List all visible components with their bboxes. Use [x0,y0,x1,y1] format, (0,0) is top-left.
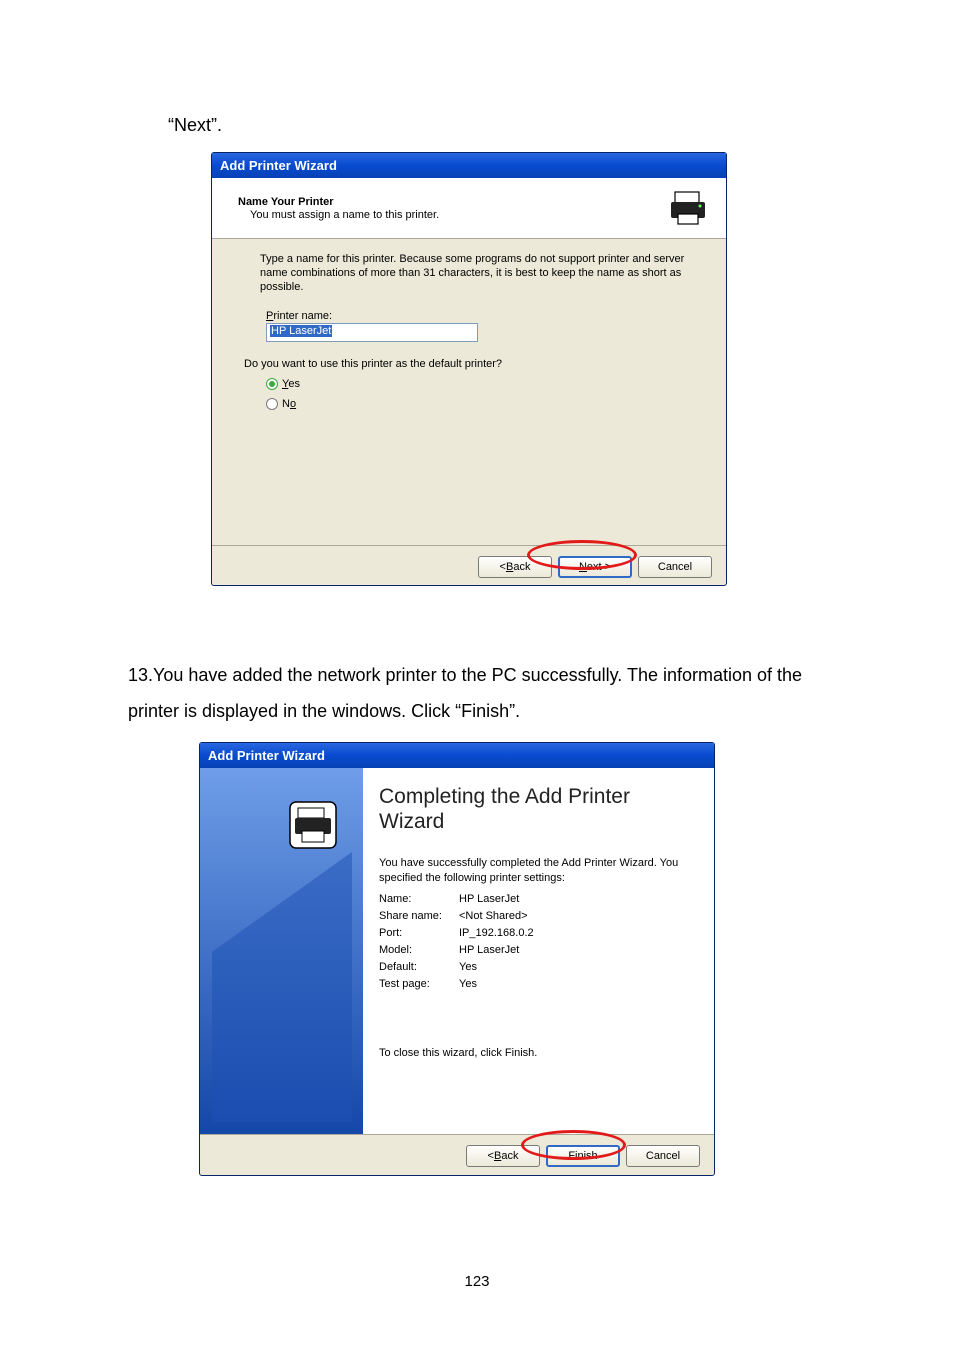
add-printer-wizard-complete-step: Add Printer Wizard Completing the Add Pr… [199,742,715,1176]
row-share: Share name:<Not Shared> [379,908,696,925]
radio-yes-indicator [266,378,278,390]
back-button[interactable]: < Back [478,556,552,578]
cancel-button[interactable]: Cancel [626,1145,700,1167]
step-13-text: 13.You have added the network printer to… [128,657,828,729]
dialog1-subheading: You must assign a name to this printer. [250,209,439,221]
back-button[interactable]: < Back [466,1145,540,1167]
printer-settings-summary: Name:HP LaserJet Share name:<Not Shared>… [379,891,696,993]
page-number: 123 [0,1273,954,1290]
radio-yes-label: Yes [282,378,300,390]
next-button[interactable]: Next > [558,556,632,578]
row-default: Default:Yes [379,959,696,976]
radio-no[interactable]: No [266,398,698,410]
default-printer-question: Do you want to use this printer as the d… [244,358,698,370]
row-name: Name:HP LaserJet [379,891,696,908]
dialog2-heading: Completing the Add Printer Wizard [379,784,696,834]
printer-name-value: HP LaserJet [270,325,332,337]
dialog2-body: Completing the Add Printer Wizard You ha… [200,768,714,1134]
dialog1-header-text: Name Your Printer You must assign a name… [238,196,439,221]
radio-no-label: No [282,398,296,410]
radio-no-indicator [266,398,278,410]
row-port: Port:IP_192.168.0.2 [379,925,696,942]
cancel-button[interactable]: Cancel [638,556,712,578]
dialog1-instructions: Type a name for this printer. Because so… [260,253,698,294]
dialog2-main: Completing the Add Printer Wizard You ha… [363,768,714,1134]
dialog2-close-text: To close this wizard, click Finish. [379,1047,696,1059]
dialog1-body: Type a name for this printer. Because so… [212,239,726,545]
add-printer-wizard-name-step: Add Printer Wizard Name Your Printer You… [211,152,727,586]
intro-next-text: “Next”. [168,115,222,136]
row-model: Model:HP LaserJet [379,942,696,959]
finish-button[interactable]: Finish [546,1145,620,1167]
dialog1-heading: Name Your Printer [238,196,439,208]
dialog1-buttons: < Back Next > Cancel [212,545,726,588]
wizard-side-graphic [200,768,363,1134]
row-testpage: Test page:Yes [379,976,696,993]
printer-name-input[interactable]: HP LaserJet [266,323,478,342]
dialog2-paragraph: You have successfully completed the Add … [379,856,696,885]
dialog2-buttons: < Back Finish Cancel [200,1134,714,1177]
radio-yes[interactable]: Yes [266,378,698,390]
dialog2-title-bar: Add Printer Wizard [200,743,714,768]
dialog1-title-bar: Add Printer Wizard [212,153,726,178]
dialog1-header: Name Your Printer You must assign a name… [212,178,726,239]
printer-icon [668,188,708,228]
printer-name-label: Printer name: [266,310,698,322]
